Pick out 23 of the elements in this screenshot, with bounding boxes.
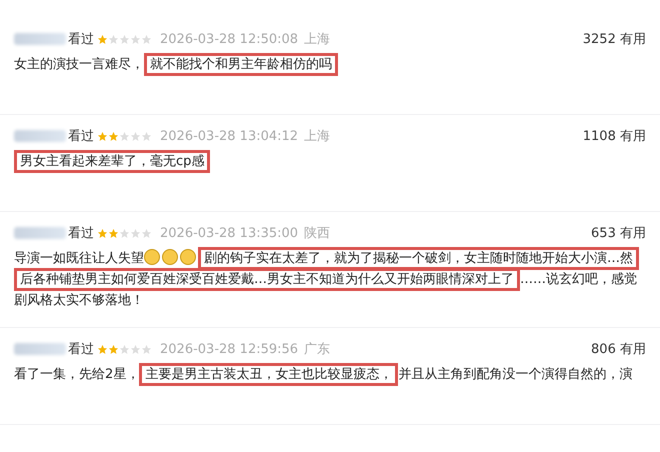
useful-count[interactable]: 3252 有用 (582, 30, 646, 48)
review-text: 男女主看起来差辈了，毫无cp感 (14, 147, 646, 211)
watched-label: 看过 (68, 31, 94, 48)
review-time: 2026-03-28 13:35:00 (160, 226, 298, 240)
review-location: 广东 (304, 341, 330, 358)
useful-count[interactable]: 653 有用 (591, 224, 646, 242)
review-location: 上海 (304, 31, 330, 48)
useful-count[interactable]: 806 有用 (591, 340, 646, 358)
blurred-username (14, 227, 66, 239)
blurred-username (14, 33, 66, 45)
watched-label: 看过 (68, 128, 94, 145)
blurred-username (14, 343, 66, 355)
review-location: 陕西 (304, 225, 330, 242)
review-text: 女主的演技一言难尽， 就不能找个和男主年龄相仿的吗 (14, 50, 646, 114)
blurred-username (14, 130, 66, 142)
review-time: 2026-03-28 12:50:08 (160, 32, 298, 46)
review-location: 上海 (304, 128, 330, 145)
review-time: 2026-03-28 12:59:56 (160, 342, 298, 356)
review-time: 2026-03-28 13:04:12 (160, 128, 298, 144)
useful-count[interactable]: 1108 有用 (582, 127, 646, 145)
watched-label: 看过 (68, 225, 94, 242)
watched-label: 看过 (68, 341, 94, 358)
review-text: 看了一集，先给2星， 主要是男主古装太丑，女主也比较显疲态， 并且从主角到配角没一个演得自然的，演 (14, 360, 646, 424)
